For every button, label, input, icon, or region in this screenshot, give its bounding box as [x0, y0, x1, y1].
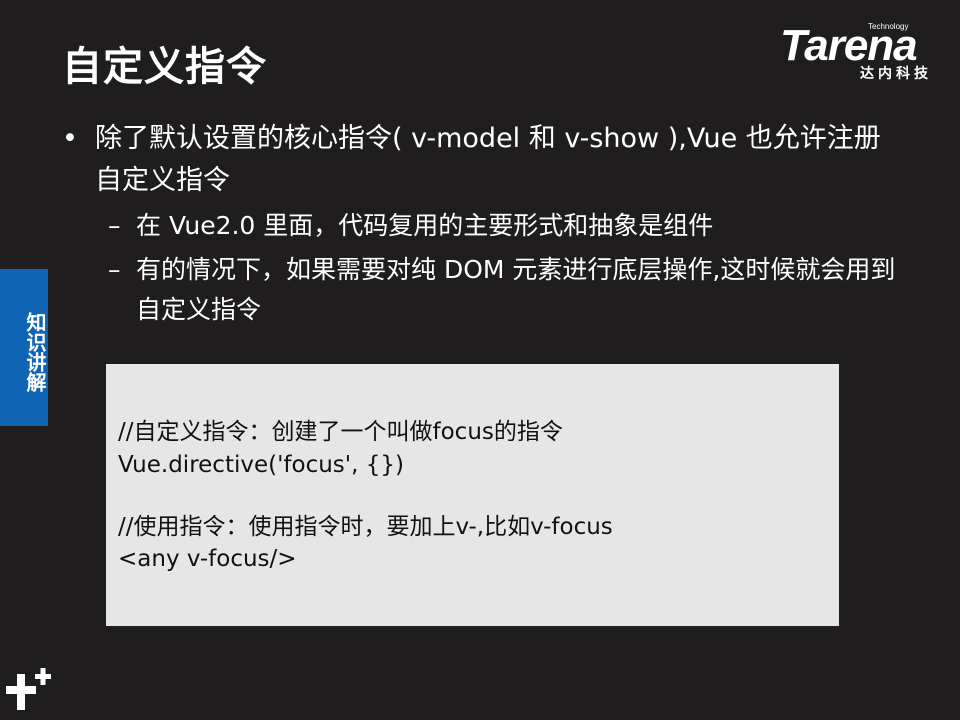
- bullet-text: 除了默认设置的核心指令( v-model 和 v-show ),Vue 也允许注…: [95, 123, 881, 196]
- code-block: //自定义指令：创建了一个叫做focus的指令 Vue.directive('f…: [106, 364, 839, 626]
- code-line: //使用指令：使用指令时，要加上v-,比如v-focus: [118, 514, 613, 540]
- sub-bullet-text: 在 Vue2.0 里面，代码复用的主要形式和抽象是组件: [136, 211, 714, 240]
- code-line: //自定义指令：创建了一个叫做focus的指令: [118, 419, 563, 445]
- code-line: <any v-focus/>: [118, 546, 297, 572]
- plus-logo-icon: [6, 668, 51, 710]
- code-line: Vue.directive('focus', {}): [118, 452, 404, 478]
- sub-bullet-item: – 有的情况下，如果需要对纯 DOM 元素进行底层操作,这时候就会用到自定义指令: [62, 250, 902, 330]
- side-tab-label: 知识讲解: [23, 312, 47, 392]
- logo-brand: Tarena: [780, 21, 918, 70]
- sub-bullet-item: – 在 Vue2.0 里面，代码复用的主要形式和抽象是组件: [62, 206, 902, 246]
- sub-bullet-text: 有的情况下，如果需要对纯 DOM 元素进行底层操作,这时候就会用到自定义指令: [136, 255, 896, 324]
- slide-content: • 除了默认设置的核心指令( v-model 和 v-show ),Vue 也允…: [62, 118, 902, 330]
- slide-title: 自定义指令: [62, 44, 267, 90]
- side-tab: 知识讲解: [0, 269, 48, 426]
- sub-bullet-marker: –: [108, 255, 121, 284]
- logo-brand-cn: 达内科技: [860, 66, 932, 82]
- sub-bullet-marker: –: [108, 211, 121, 240]
- tarena-logo: Technology Tarena 达内科技: [780, 22, 945, 84]
- bullet-item: • 除了默认设置的核心指令( v-model 和 v-show ),Vue 也允…: [62, 118, 902, 202]
- bullet-marker: •: [62, 123, 78, 154]
